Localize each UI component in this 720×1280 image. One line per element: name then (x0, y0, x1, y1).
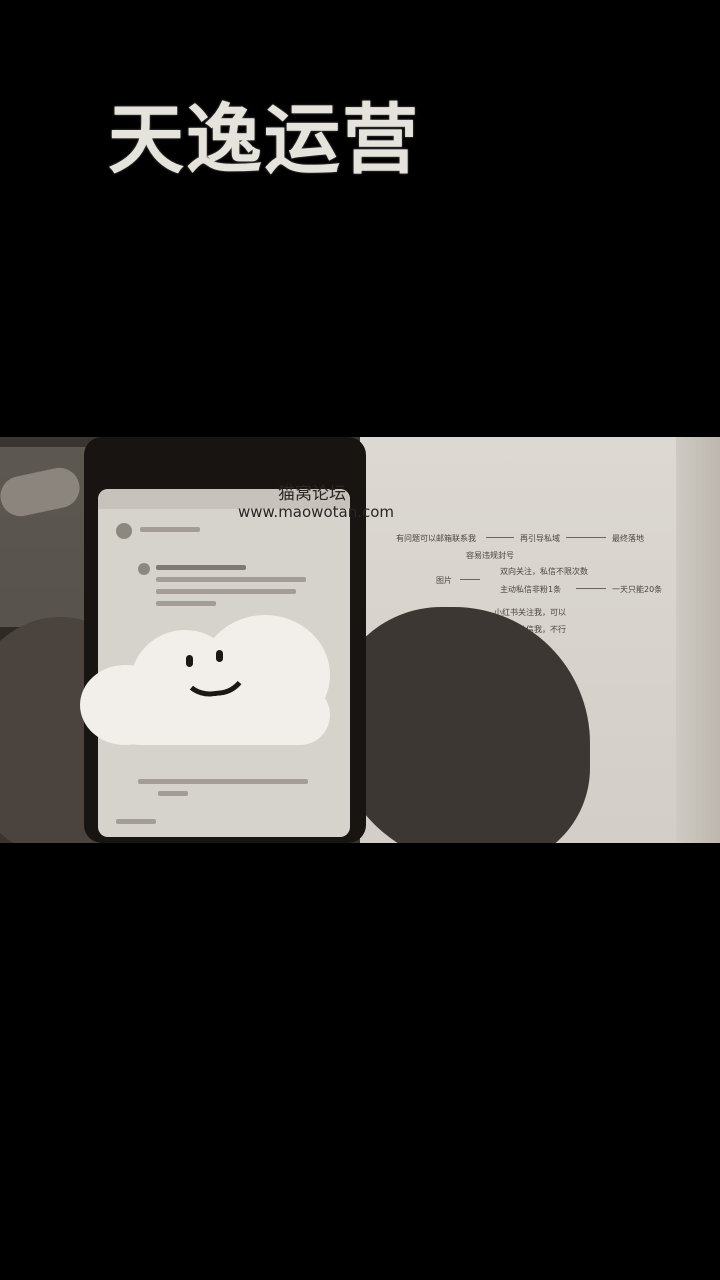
text-line (156, 601, 216, 606)
connector (460, 579, 480, 580)
text-line (158, 791, 188, 796)
connector (566, 537, 606, 538)
mindmap-node-3: 最终落地 (612, 534, 644, 543)
connector (576, 588, 606, 589)
mindmap-node-2: 再引导私域 (520, 534, 560, 543)
text-line (138, 779, 308, 784)
video-frame-photo: 有问题可以邮箱联系我 再引导私域 最终落地 容易违规封号 图片 双向关注，私信不… (0, 437, 720, 843)
watermark-url: www.maowotan.com (238, 503, 395, 521)
paper-edge (676, 437, 720, 843)
connector (486, 537, 514, 538)
mindmap-node-6: 双向关注，私信不限次数 (500, 567, 588, 576)
mindmap-node-5: 图片 (436, 576, 452, 585)
mindmap-node-7: 主动私信非粉1条 (500, 585, 562, 594)
smiley-left-eye (186, 655, 193, 667)
text-line (116, 819, 156, 824)
watermark-title: 猫窝论坛 (278, 484, 346, 504)
text-line (140, 527, 200, 532)
mindmap-node-1: 有问题可以邮箱联系我 (396, 534, 476, 543)
text-line (156, 589, 296, 594)
smiley-right-eye (216, 650, 223, 662)
mindmap-node-4: 容易违规封号 (466, 551, 514, 560)
watermark: 猫窝论坛 www.maowotan.com (238, 485, 394, 521)
text-line (156, 565, 246, 570)
overlay-title: 天逸运营 (108, 95, 420, 184)
mindmap-node-8: 一天只能20条 (612, 585, 663, 594)
text-line (156, 577, 306, 582)
avatar (116, 523, 132, 539)
avatar (138, 563, 150, 575)
